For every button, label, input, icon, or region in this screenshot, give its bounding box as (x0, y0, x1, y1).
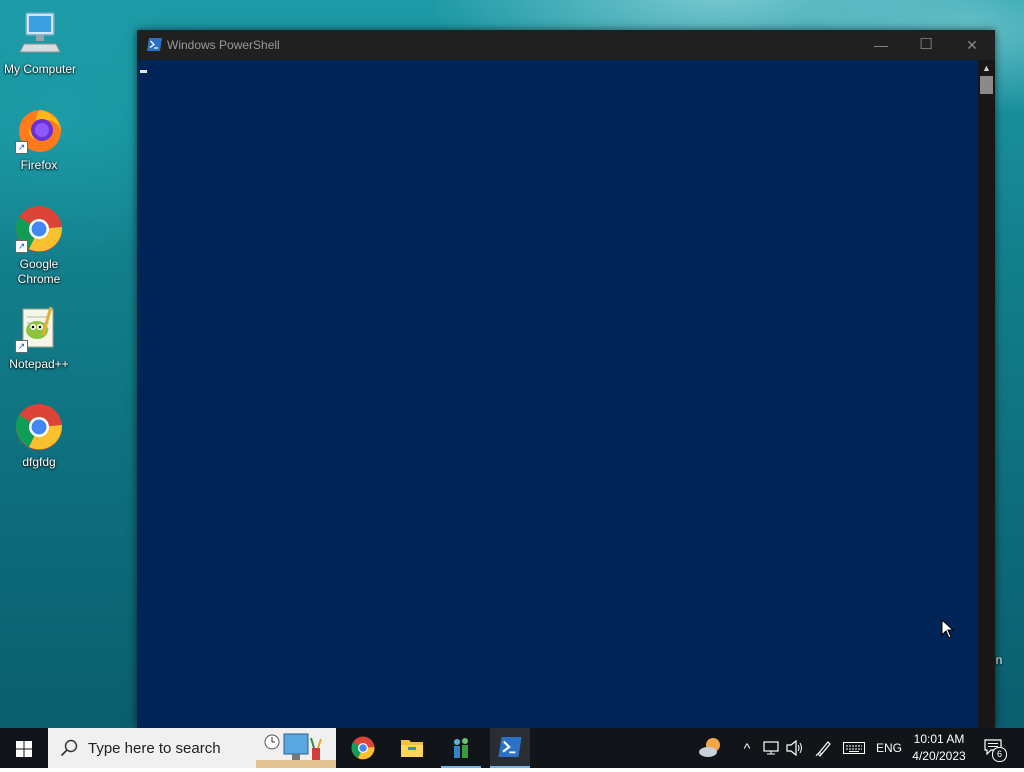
language-indicator[interactable]: ENG (876, 741, 902, 755)
chrome-icon: ↗ (15, 205, 63, 253)
window-title: Windows PowerShell (167, 38, 280, 52)
desktop-icon-label: Google Chrome (17, 257, 61, 286)
notification-count-badge: 6 (992, 747, 1007, 762)
desktop-icon-firefox[interactable]: ↗ Firefox (0, 106, 79, 173)
desktop-icon-dfgfdg[interactable]: dfgfdg (0, 403, 79, 470)
taskbar-chrome-button[interactable] (343, 728, 383, 768)
file-explorer-icon (401, 740, 423, 757)
scroll-up-arrow-icon[interactable]: ▲ (978, 62, 995, 74)
search-icon (60, 739, 78, 757)
taskbar-search-box[interactable]: Type here to search (48, 728, 336, 768)
clock[interactable]: 10:01 AM 4/20/2023 (906, 731, 972, 765)
chrome-icon (15, 403, 63, 451)
volume-icon[interactable] (785, 728, 805, 768)
vertical-scrollbar[interactable]: ▲ (978, 60, 995, 728)
console-area[interactable] (137, 60, 978, 728)
weather-icon[interactable] (696, 728, 726, 768)
maximize-button[interactable]: ☐ (903, 30, 949, 60)
console-cursor (140, 70, 147, 73)
desktop: My Computer ↗ Firefox ↗ Google Chrome ↗ … (0, 0, 1024, 728)
taskbar-powershell-button[interactable] (490, 728, 530, 768)
desktop-icon-label: dfgfdg (22, 455, 56, 469)
minimize-button[interactable]: — (858, 30, 904, 60)
powershell-icon (498, 737, 522, 757)
chrome-icon (351, 736, 375, 760)
search-placeholder: Type here to search (88, 740, 221, 757)
desktop-icon-label: Notepad++ (9, 357, 69, 371)
shortcut-arrow-icon: ↗ (15, 240, 28, 253)
pen-workspace-icon[interactable] (813, 728, 835, 768)
app-icon (454, 738, 468, 758)
windows-logo-icon (16, 741, 32, 757)
network-icon[interactable] (761, 728, 781, 768)
powershell-icon (147, 38, 162, 51)
firefox-icon: ↗ (15, 106, 63, 154)
clock-time: 10:01 AM (913, 732, 965, 746)
taskbar-file-explorer-button[interactable] (392, 728, 432, 768)
start-button[interactable] (0, 728, 48, 768)
shortcut-arrow-icon: ↗ (15, 141, 28, 154)
desktop-icon-my-computer[interactable]: My Computer (0, 10, 80, 77)
show-hidden-icons-chevron-icon[interactable]: ^ (737, 728, 757, 768)
computer-icon (16, 10, 64, 58)
powershell-window[interactable]: Windows PowerShell — ☐ ✕ ▲ (137, 30, 995, 728)
desktop-icon-label: My Computer (3, 62, 77, 76)
touch-keyboard-icon[interactable] (842, 728, 866, 768)
window-titlebar[interactable]: Windows PowerShell — ☐ ✕ (137, 30, 995, 60)
taskbar: Type here to search ^ ENG 10:01 AM 4/20/… (0, 728, 1024, 768)
close-button[interactable]: ✕ (949, 30, 995, 60)
search-highlight-illustration-icon (256, 730, 336, 768)
desktop-icon-google-chrome[interactable]: ↗ Google Chrome (0, 205, 79, 287)
scrollbar-thumb[interactable] (980, 76, 993, 94)
taskbar-app-button[interactable] (441, 728, 481, 768)
notepad-plus-plus-icon: ↗ (15, 305, 63, 353)
mouse-pointer-icon (941, 618, 955, 644)
clock-date: 4/20/2023 (912, 749, 966, 763)
desktop-icon-notepad-plus-plus[interactable]: ↗ Notepad++ (0, 305, 79, 372)
shortcut-arrow-icon: ↗ (15, 340, 28, 353)
desktop-icon-label: Firefox (20, 158, 58, 172)
action-center-button[interactable]: 6 (980, 728, 1010, 768)
